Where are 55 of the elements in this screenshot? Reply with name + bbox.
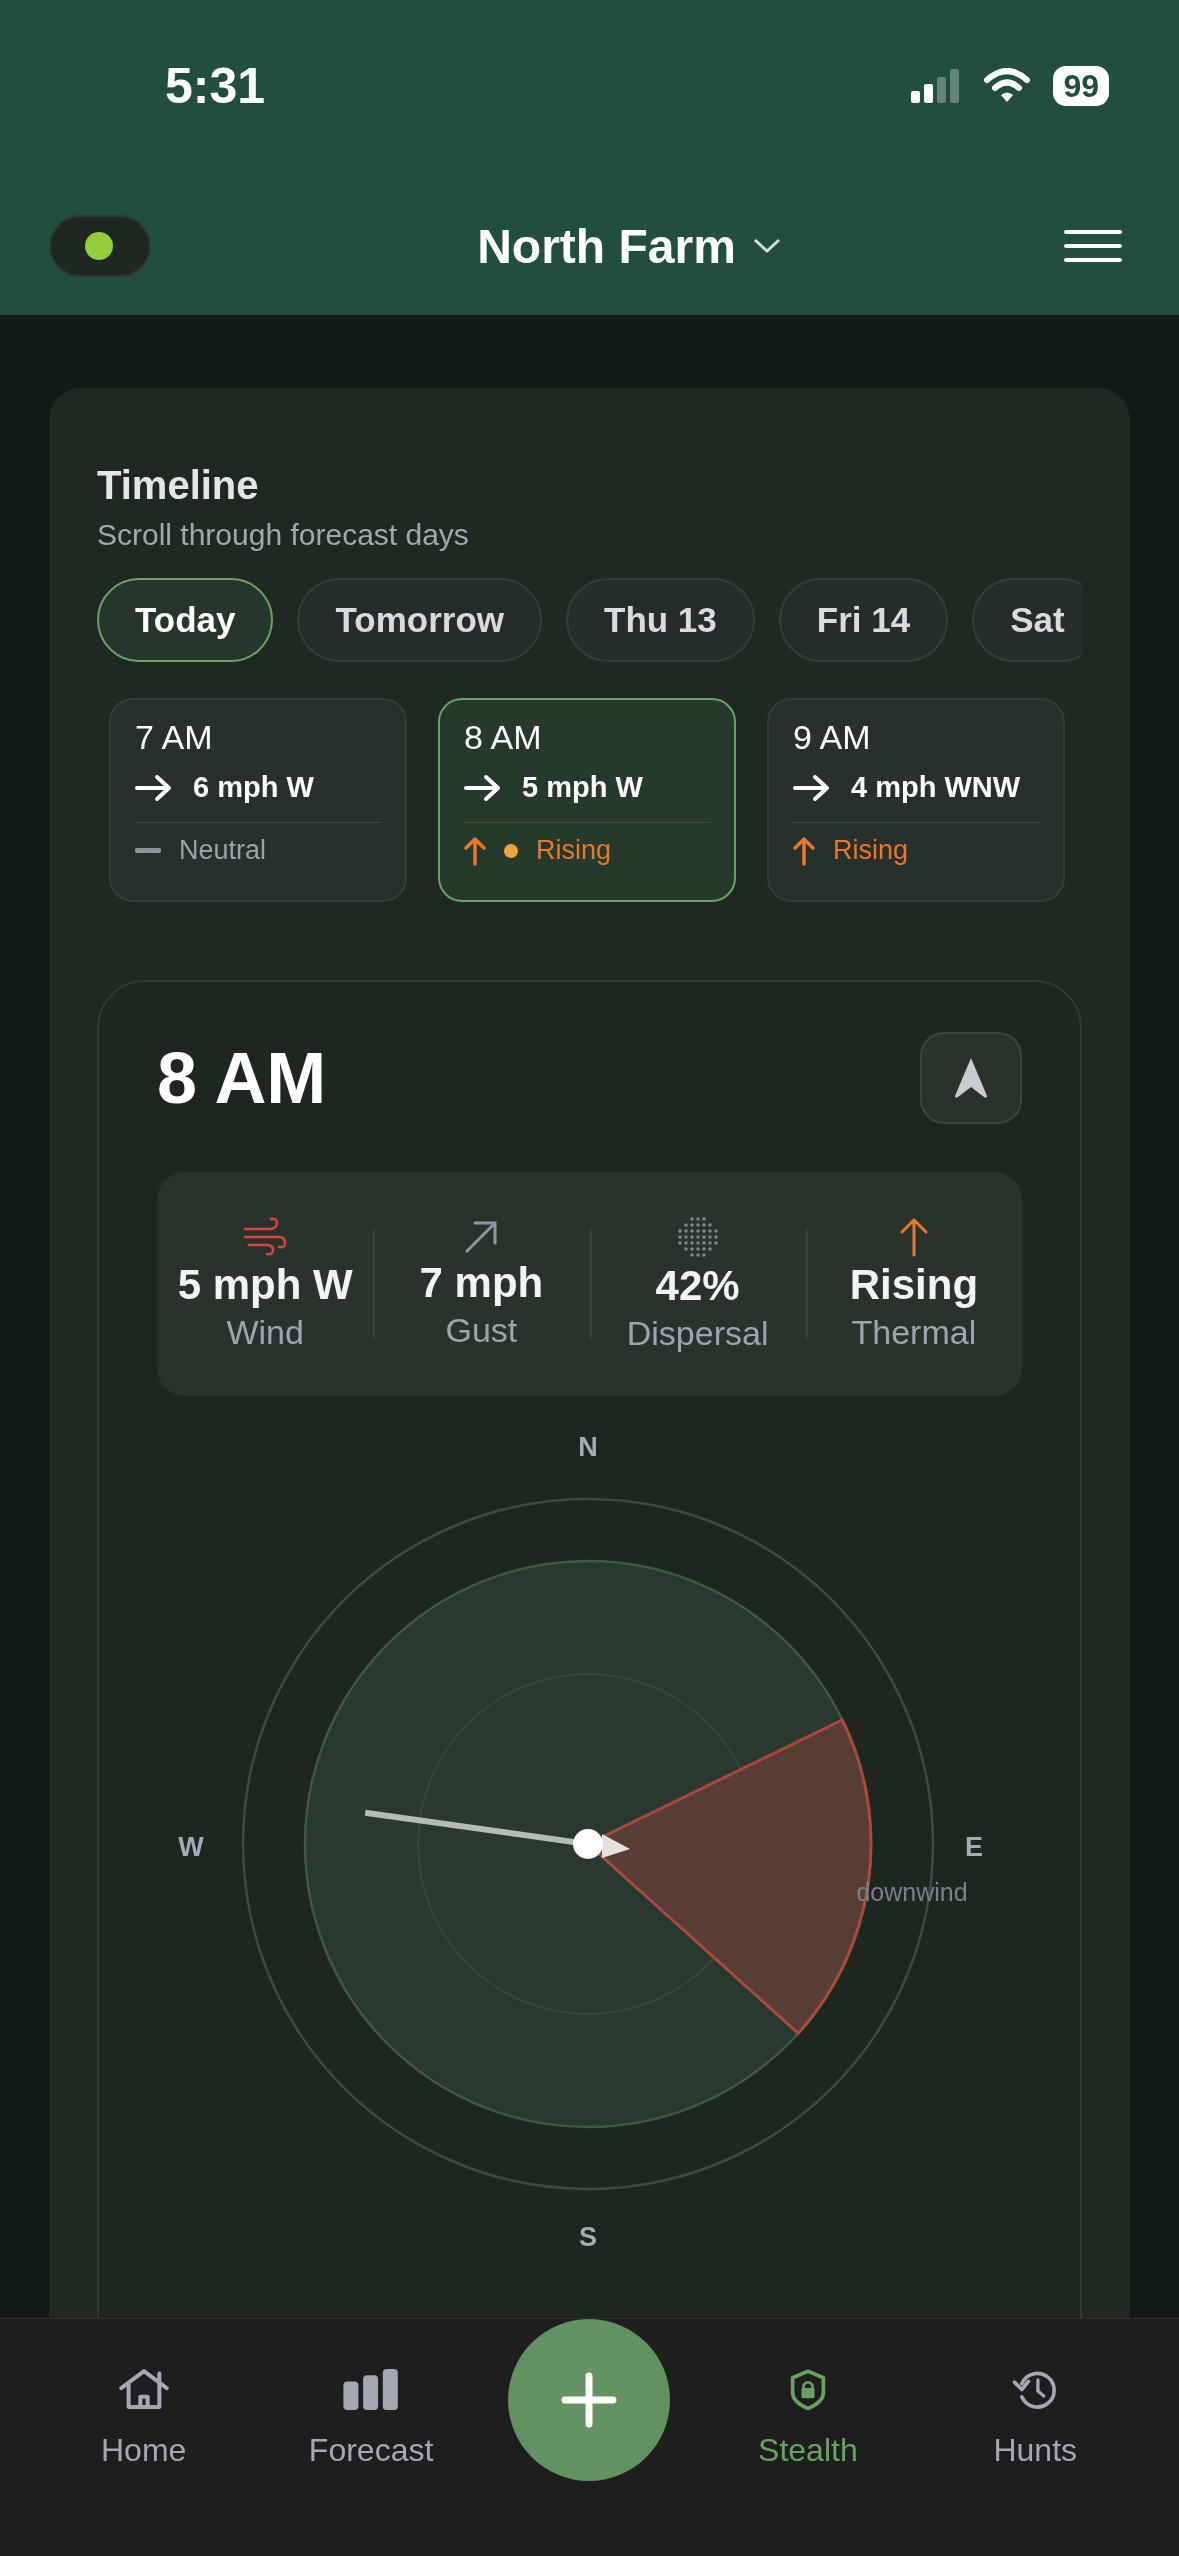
hour-time: 9 AM bbox=[793, 718, 872, 757]
metric-label: Dispersal bbox=[626, 1313, 769, 1353]
plus-icon bbox=[561, 2372, 618, 2428]
arrow-up-icon bbox=[464, 835, 486, 866]
metric-label: Thermal bbox=[851, 1312, 977, 1352]
tab-item[interactable]: Forecast bbox=[281, 2319, 462, 2469]
arrow-right-icon bbox=[135, 773, 173, 802]
thermal-status: Neutral bbox=[179, 835, 267, 866]
wind-icon bbox=[243, 1216, 288, 1257]
compass-north-label: N bbox=[578, 1432, 598, 1462]
day-chip[interactable]: Today bbox=[97, 578, 274, 662]
wifi-icon bbox=[983, 68, 1032, 104]
metric-label: Gust bbox=[445, 1310, 518, 1350]
compass-west-label: W bbox=[178, 1832, 204, 1862]
hour-wind: 6 mph W bbox=[193, 771, 314, 804]
hour-card[interactable]: 8 AM 5 mph W Rising bbox=[438, 698, 736, 902]
timeline-title: Timeline bbox=[97, 463, 260, 508]
detail-time: 8 AM bbox=[157, 1037, 327, 1119]
metric-value: 5 mph W bbox=[177, 1260, 353, 1309]
tab-item[interactable]: Hunts bbox=[945, 2319, 1126, 2469]
day-chip[interactable]: Sat bbox=[972, 578, 1082, 662]
dots-cluster-icon bbox=[676, 1215, 719, 1258]
compass-east-label: E bbox=[965, 1832, 983, 1862]
hour-wind: 4 mph WNW bbox=[851, 771, 1021, 804]
arrow-right-icon bbox=[793, 773, 831, 802]
hour-card[interactable]: 7 AM 6 mph W Neutral bbox=[109, 698, 407, 902]
tab-item[interactable]: Home bbox=[53, 2319, 234, 2469]
dash-icon bbox=[135, 847, 161, 854]
signal-icon bbox=[911, 69, 962, 103]
hour-time: 8 AM bbox=[464, 718, 543, 757]
day-chip[interactable]: Tomorrow bbox=[297, 578, 542, 662]
chevron-down-icon bbox=[751, 237, 782, 255]
arrow-right-icon bbox=[464, 773, 502, 802]
menu-icon[interactable] bbox=[1064, 229, 1122, 263]
compass-south-label: S bbox=[579, 2222, 597, 2252]
navigation-arrow-icon bbox=[953, 1056, 989, 1100]
hour-wind: 5 mph W bbox=[522, 771, 643, 804]
metric-value: Rising bbox=[849, 1260, 979, 1309]
hour-card[interactable]: 9 AM 4 mph WNW Rising bbox=[767, 698, 1065, 902]
metric-value: 42% bbox=[655, 1261, 740, 1310]
metric-label: Wind bbox=[226, 1312, 304, 1352]
arrow-up-icon bbox=[898, 1216, 929, 1257]
thermal-status: Rising bbox=[833, 835, 909, 866]
arrow-up-icon bbox=[793, 835, 815, 866]
day-chip[interactable]: Thu 13 bbox=[566, 578, 755, 662]
hour-time: 7 AM bbox=[135, 718, 214, 757]
farm-selector[interactable]: North Farm bbox=[477, 218, 782, 274]
thermal-status: Rising bbox=[536, 835, 612, 866]
tab-item[interactable]: Stealth bbox=[717, 2319, 898, 2469]
status-time: 5:31 bbox=[165, 57, 266, 115]
timeline-subtitle: Scroll through forecast days bbox=[97, 518, 470, 552]
navigation-button[interactable] bbox=[920, 1032, 1022, 1124]
metric-value: 7 mph bbox=[419, 1258, 544, 1307]
day-chip[interactable]: Fri 14 bbox=[778, 578, 949, 662]
battery-indicator: 99 bbox=[1053, 66, 1109, 106]
